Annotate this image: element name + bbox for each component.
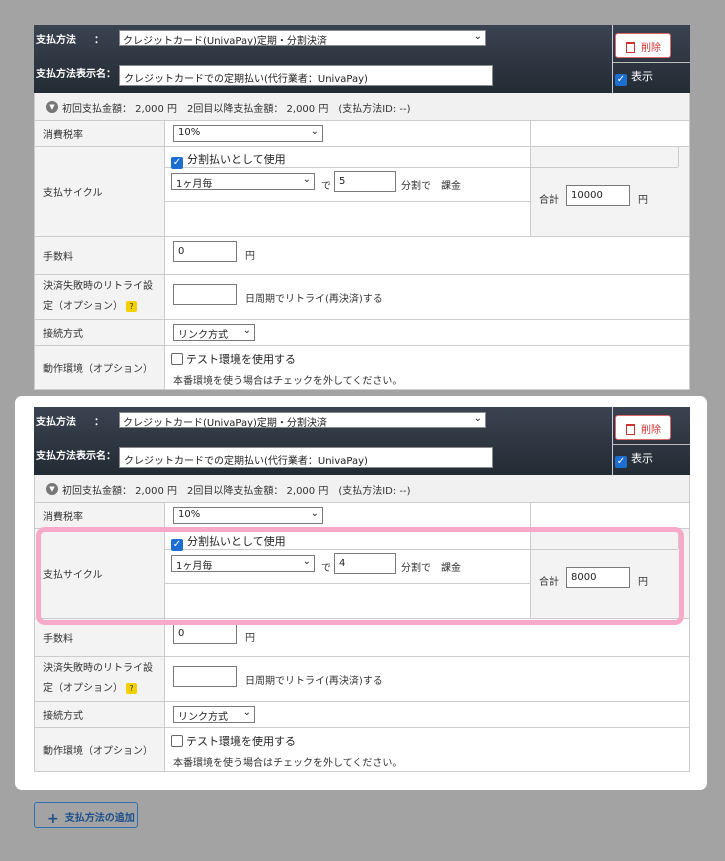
retry-label: 決済失敗時のリトライ設 定（オプション）? (35, 275, 165, 319)
payment-method-select[interactable]: クレジットカード(UnivaPay)定期・分割決済 ⌄ (119, 412, 486, 428)
connection-select[interactable]: リンク方式 ⌄ (173, 706, 255, 723)
fee-yen: 円 (245, 251, 255, 262)
tax-label: 消費税率 (35, 503, 165, 528)
chevron-down-icon: ⌄ (473, 413, 482, 424)
test-env-checkbox[interactable]: テスト環境を使用する (171, 733, 296, 749)
chevron-down-icon: ⌄ (310, 126, 319, 137)
fee-row: 手数料 0 円 (35, 237, 689, 275)
checkbox-checked[interactable]: ✓ (615, 74, 627, 86)
show-toggle[interactable]: ✓ 表示 (615, 450, 653, 468)
tax-label: 消費税率 (35, 121, 165, 146)
tax-select[interactable]: 10% ⌄ (173, 125, 323, 142)
tax-select[interactable]: 10% ⌄ (173, 507, 323, 524)
retry-suffix: 日周期でリトライ(再決済)する (245, 294, 383, 305)
show-toggle[interactable]: ✓ 表示 (615, 68, 653, 86)
fee-label: 手数料 (35, 237, 165, 274)
retry-label: 決済失敗時のリトライ設 定（オプション）? (35, 657, 165, 701)
header-side-panel: 削除 ✓ 表示 (612, 407, 690, 475)
summary-text: 初回支払金額： 2,000 円 2回目以降支払金額： 2,000 円 (支払方法… (62, 486, 411, 497)
help-icon[interactable]: ? (126, 301, 137, 312)
display-name-input[interactable]: クレジットカードでの定期払い(代行業者：UnivaPay) (119, 65, 493, 86)
tax-row: 消費税率 10% ⌄ (35, 121, 689, 147)
chevron-down-icon: ⌄ (242, 325, 251, 336)
payment-cycle-row: 支払サイクル ✓ 分割払いとして使用 1ヶ月毎 ⌄ で 5 分割で 課金 合計 10… (35, 147, 689, 237)
fee-input[interactable]: 0 (173, 241, 237, 262)
delete-button[interactable]: 削除 (615, 415, 671, 440)
tax-row: 消費税率 10% ⌄ (35, 503, 689, 529)
payment-cycle-label: 支払サイクル (35, 147, 165, 236)
add-payment-method-button[interactable]: + 支払方法の追加 (34, 802, 138, 828)
chevron-down-icon: ⌄ (473, 31, 482, 42)
total-input[interactable]: 10000 (566, 185, 630, 206)
retry-row: 決済失敗時のリトライ設 定（オプション）? 日周期でリトライ(再決済)する (35, 275, 689, 320)
payment-method-label: 支払方法： (36, 417, 104, 428)
display-name-label: 支払方法表示名： (36, 69, 116, 80)
connection-label: 接続方式 (35, 320, 165, 345)
checkbox-checked[interactable]: ✓ (171, 157, 183, 169)
summary-bar[interactable]: ▼ 初回支払金額： 2,000 円 2回目以降支払金額： 2,000 円 (支払… (34, 475, 690, 503)
trash-icon (626, 42, 635, 53)
total-yen: 円 (638, 195, 648, 206)
cycle-select[interactable]: 1ヶ月毎 ⌄ (171, 173, 315, 190)
env-note: 本番環境を使う場合はチェックを外してください。 (173, 758, 403, 769)
connection-row: 接続方式 リンク方式 ⌄ (35, 702, 689, 728)
settings-grid: 消費税率 10% ⌄ 支払サイクル ✓ 分割払いとして使用 1ヶ月毎 ⌄ で 5 分割… (34, 121, 690, 390)
chevron-down-icon: ⌄ (302, 174, 311, 185)
connection-row: 接続方式 リンク方式 ⌄ (35, 320, 689, 346)
test-env-checkbox[interactable]: テスト環境を使用する (171, 351, 296, 367)
chevron-down-icon: ⌄ (242, 707, 251, 718)
connection-label: 接続方式 (35, 702, 165, 727)
summary-bar[interactable]: ▼ 初回支払金額： 2,000 円 2回目以降支払金額： 2,000 円 (支払… (34, 93, 690, 121)
trash-icon (626, 424, 635, 435)
payment-method-header: 支払方法： クレジットカード(UnivaPay)定期・分割決済 ⌄ 支払方法表示名… (34, 25, 690, 93)
environment-label: 動作環境（オプション） (35, 346, 165, 389)
payment-method-block-1: 支払方法： クレジットカード(UnivaPay)定期・分割決済 ⌄ 支払方法表示名… (34, 25, 690, 390)
connection-select[interactable]: リンク方式 ⌄ (173, 324, 255, 341)
env-note: 本番環境を使う場合はチェックを外してください。 (173, 376, 403, 387)
summary-text: 初回支払金額： 2,000 円 2回目以降支払金額： 2,000 円 (支払方法… (62, 104, 411, 115)
chevron-down-icon: ⌄ (310, 508, 319, 519)
display-name-label: 支払方法表示名： (36, 451, 116, 462)
retry-row: 決済失敗時のリトライ設 定（オプション）? 日周期でリトライ(再決済)する (35, 657, 689, 702)
checkbox-unchecked[interactable] (171, 353, 183, 365)
retry-input[interactable] (173, 284, 237, 305)
payment-cycle-highlight (36, 527, 684, 625)
delete-button[interactable]: 削除 (615, 33, 671, 58)
display-name-input[interactable]: クレジットカードでの定期払い(代行業者：UnivaPay) (119, 447, 493, 468)
add-button-label: 支払方法の追加 (64, 813, 135, 824)
payment-method-header: 支払方法： クレジットカード(UnivaPay)定期・分割決済 ⌄ 支払方法表示名… (34, 407, 690, 475)
fee-input[interactable]: 0 (173, 623, 237, 644)
installment-checkbox[interactable]: ✓ 分割払いとして使用 (171, 151, 286, 169)
checkbox-unchecked[interactable] (171, 735, 183, 747)
bunkatsu-text: 分割で 課金 (401, 181, 461, 192)
environment-label: 動作環境（オプション） (35, 728, 165, 771)
environment-row: 動作環境（オプション） テスト環境を使用する 本番環境を使う場合はチェックを外し… (35, 728, 689, 771)
header-side-panel: 削除 ✓ 表示 (612, 25, 690, 93)
total-label: 合計 (539, 195, 559, 206)
fee-yen: 円 (245, 633, 255, 644)
chevron-down-icon[interactable]: ▼ (46, 101, 58, 113)
installment-count-input[interactable]: 5 (334, 171, 396, 192)
payment-method-select[interactable]: クレジットカード(UnivaPay)定期・分割決済 ⌄ (119, 30, 486, 46)
help-icon[interactable]: ? (126, 683, 137, 694)
checkbox-checked[interactable]: ✓ (615, 456, 627, 468)
chevron-down-icon[interactable]: ▼ (46, 483, 58, 495)
retry-suffix: 日周期でリトライ(再決済)する (245, 676, 383, 687)
environment-row: 動作環境（オプション） テスト環境を使用する 本番環境を使う場合はチェックを外し… (35, 346, 689, 389)
payment-method-label: 支払方法： (36, 35, 104, 46)
de-text: で (321, 181, 331, 192)
plus-icon: + (47, 811, 59, 827)
retry-input[interactable] (173, 666, 237, 687)
